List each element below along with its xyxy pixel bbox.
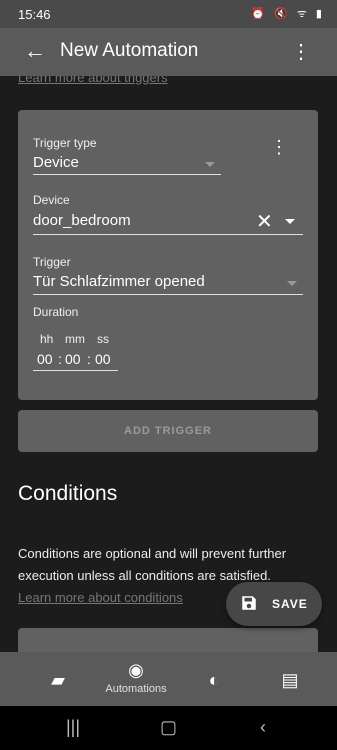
duration-ss-label: ss <box>97 332 109 346</box>
cards-icon: ▰ <box>51 670 65 690</box>
add-trigger-button[interactable]: ADD TRIGGER <box>18 410 318 452</box>
script-icon: ▤ <box>281 670 299 690</box>
duration-underline <box>33 370 118 371</box>
trigger-select[interactable]: Tür Schlafzimmer opened <box>33 273 205 290</box>
trigger-type-label: Trigger type <box>33 136 97 150</box>
clear-icon[interactable]: ✕ <box>256 209 273 234</box>
save-icon <box>242 596 256 610</box>
main-content[interactable]: Learn more about triggers ⋮ Trigger type… <box>0 76 337 652</box>
system-navigation-bar: ||| ▢ ‹ <box>0 706 337 750</box>
device-underline <box>33 234 303 235</box>
duration-mm-input[interactable]: 00 <box>65 351 81 367</box>
robot-icon: ◉ <box>128 660 144 680</box>
back-arrow-icon[interactable]: ← <box>24 38 46 64</box>
home-icon[interactable]: ▢ <box>160 717 177 738</box>
duration-separator: : <box>87 351 91 367</box>
page-title: New Automation <box>60 40 199 61</box>
nav-item-blueprints[interactable]: ▰ <box>30 652 86 706</box>
nav-item-scripts[interactable]: ▤ <box>262 652 318 706</box>
learn-more-conditions-link[interactable]: Learn more about conditions <box>18 590 183 605</box>
nav-automations-label: Automations <box>105 683 167 695</box>
save-button-label: SAVE <box>272 597 308 611</box>
duration-hh-label: hh <box>40 332 54 346</box>
duration-ss-input[interactable]: 00 <box>95 351 111 367</box>
learn-more-triggers-link[interactable]: Learn more about triggers <box>18 76 168 85</box>
device-label: Device <box>33 193 70 207</box>
bottom-navigation: ▰ ◉ Automations ◐ ▤ <box>0 652 337 706</box>
trigger-label: Trigger <box>33 255 71 269</box>
palette-icon: ◐ <box>208 670 220 690</box>
device-select[interactable]: door_bedroom <box>33 212 131 229</box>
device-dropdown-icon[interactable] <box>285 219 295 224</box>
condition-card <box>18 628 318 652</box>
trigger-type-dropdown-icon[interactable] <box>205 162 215 167</box>
trigger-underline <box>33 294 303 295</box>
conditions-heading: Conditions <box>18 482 118 505</box>
status-icons: ⏰ 🔇 ᯤ ▮ <box>251 8 325 20</box>
overflow-menu-icon[interactable]: ⋮ <box>291 39 311 64</box>
nav-item-scenes[interactable]: ◐ <box>186 652 242 706</box>
trigger-dropdown-icon[interactable] <box>287 281 297 286</box>
trigger-card-menu-icon[interactable]: ⋮ <box>270 137 288 158</box>
duration-hh-input[interactable]: 00 <box>37 351 53 367</box>
duration-mm-label: mm <box>65 332 85 346</box>
trigger-card: ⋮ Trigger type Device Device door_bedroo… <box>18 110 318 400</box>
app-bar: ← New Automation ⋮ <box>0 28 337 76</box>
nav-item-automations[interactable]: ◉ Automations <box>96 652 176 706</box>
save-button[interactable]: SAVE <box>226 582 322 626</box>
trigger-type-underline <box>33 174 221 175</box>
conditions-description: Conditions are optional and will prevent… <box>18 546 287 583</box>
back-icon[interactable]: ‹ <box>260 717 266 738</box>
recent-apps-icon[interactable]: ||| <box>66 717 80 738</box>
status-bar: 15:46 ⏰ 🔇 ᯤ ▮ <box>0 0 337 28</box>
duration-label: Duration <box>33 305 79 319</box>
duration-separator: : <box>58 351 62 367</box>
trigger-type-select[interactable]: Device <box>33 154 79 171</box>
status-time: 15:46 <box>18 7 51 22</box>
